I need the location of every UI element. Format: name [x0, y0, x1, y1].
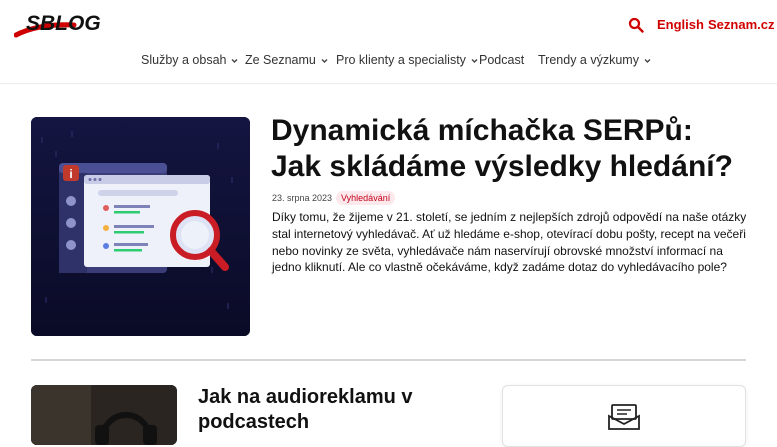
chevron-down-icon	[321, 58, 328, 63]
newsletter-card	[502, 385, 746, 447]
nav-item-ze-seznamu[interactable]: Ze Seznamu	[245, 53, 329, 67]
sblog-logo[interactable]: SBLOG	[14, 10, 118, 38]
nav-item-label: Služby a obsah	[141, 53, 227, 67]
chevron-down-icon	[471, 58, 478, 63]
article-date: 23. srpna 2023	[272, 193, 333, 203]
nav-item-label: Podcast	[479, 53, 525, 67]
seznam-link[interactable]: Seznam.cz	[708, 17, 774, 32]
nav-item-label: Trendy a výzkumy	[538, 53, 639, 67]
headphones-photo	[31, 385, 177, 445]
logo-text: SBLOG	[26, 12, 101, 35]
audio-article-image[interactable]	[31, 385, 177, 445]
nav-item-trendy[interactable]: Trendy a výzkumy	[538, 53, 652, 67]
svg-text:i: i	[69, 167, 72, 181]
chevron-down-icon	[644, 58, 651, 63]
nav-item-sluzby[interactable]: Služby a obsah	[141, 53, 239, 67]
section-divider	[31, 359, 746, 361]
featured-article-title[interactable]: Dynamická míchačka SERPů: Jak skládáme v…	[271, 113, 751, 185]
site-header: SBLOG English Seznam.cz Služby a obsah Z…	[0, 0, 777, 84]
category-tag[interactable]: Vyhledávání	[336, 191, 396, 205]
featured-article-image[interactable]: i	[31, 117, 250, 336]
envelope-icon	[608, 404, 640, 430]
main-nav: Služby a obsah Ze Seznamu Pro klienty a …	[0, 53, 777, 71]
nav-item-pro-klienty[interactable]: Pro klienty a specialisty	[336, 53, 479, 67]
nav-item-label: Pro klienty a specialisty	[336, 53, 466, 67]
nav-item-podcast[interactable]: Podcast	[479, 53, 524, 67]
article-excerpt: Díky tomu, že žijeme v 21. století, se j…	[272, 210, 747, 275]
search-icon[interactable]	[628, 17, 644, 33]
nav-item-label: Ze Seznamu	[245, 53, 316, 67]
audio-article-title[interactable]: Jak na audioreklamu v podcastech	[198, 385, 458, 435]
search-results-illustration: i	[31, 117, 250, 336]
english-link[interactable]: English	[657, 17, 704, 32]
chevron-down-icon	[231, 58, 238, 63]
